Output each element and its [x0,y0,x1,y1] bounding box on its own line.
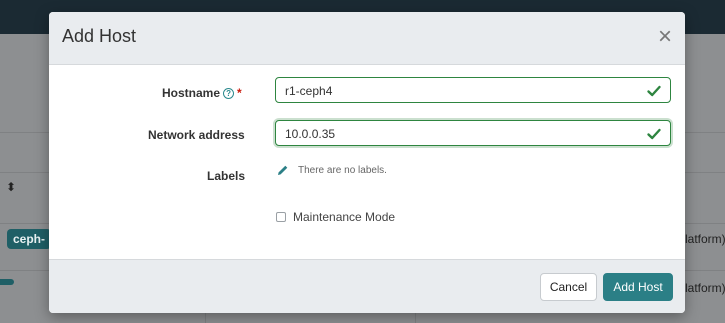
help-icon[interactable]: ? [223,88,235,100]
add-host-button[interactable]: Add Host [603,273,673,301]
required-marker: * [237,86,242,100]
hostname-value: r1-ceph4 [285,84,333,98]
sort-icon[interactable]: ⬍ [6,180,16,194]
host-label-badge: ceph- [7,229,52,249]
network-address-label: Network address [148,128,245,142]
check-icon [647,128,661,140]
table-cell-text: latform) [685,281,725,295]
modal-footer: Cancel Add Host [49,259,685,313]
check-icon [647,85,661,97]
network-address-value: 10.0.0.35 [285,127,336,141]
labels-label: Labels [207,169,246,183]
add-host-modal: Add Host × Hostname? * r1-ceph4 Network a… [49,12,685,313]
close-icon[interactable]: × [653,25,677,50]
pencil-icon[interactable] [277,164,289,176]
maintenance-mode-checkbox[interactable] [276,212,286,222]
no-labels-text: There are no labels. [298,165,387,176]
network-address-input[interactable]: 10.0.0.35 [275,120,671,146]
hostname-label-text: Hostname [162,86,221,100]
modal-header: Add Host × [49,12,685,65]
table-cell-text: latform) [685,232,725,246]
host-label-badge [0,279,14,285]
hostname-input[interactable]: r1-ceph4 [275,77,671,103]
modal-title: Add Host [62,26,137,46]
hostname-label: Hostname? * [162,86,242,100]
maintenance-mode-label[interactable]: Maintenance Mode [293,210,395,224]
cancel-button[interactable]: Cancel [540,273,597,301]
